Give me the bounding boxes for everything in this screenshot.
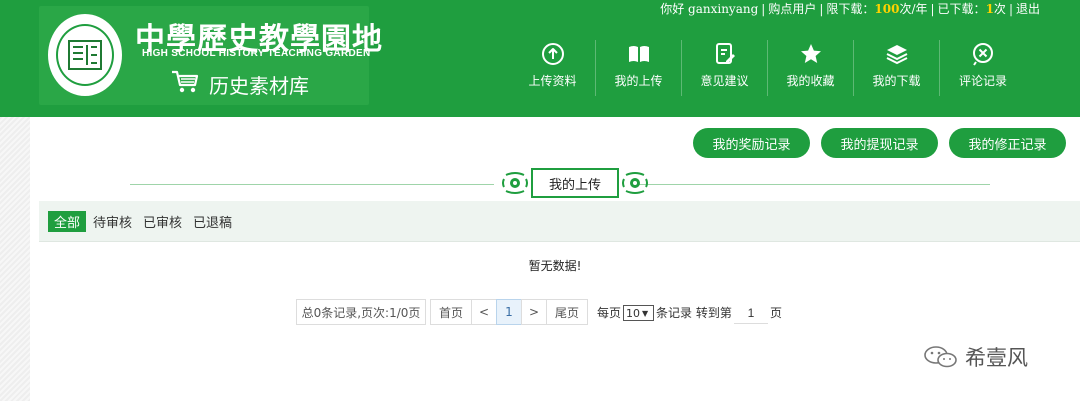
limit-value: 100 bbox=[874, 2, 900, 16]
nav-item-upload[interactable]: 上传资料 bbox=[510, 40, 596, 96]
nav-item-favorites[interactable]: 我的收藏 bbox=[768, 40, 854, 96]
goto-page-input[interactable] bbox=[734, 302, 768, 324]
next-page-button[interactable]: > bbox=[521, 299, 547, 325]
limit-unit: 次/年 bbox=[899, 2, 928, 16]
seal-inner bbox=[56, 24, 114, 86]
logo-seal bbox=[45, 11, 125, 99]
title-divider-right bbox=[634, 184, 990, 185]
upload-icon bbox=[541, 43, 564, 65]
empty-message: 暂无数据! bbox=[528, 259, 582, 273]
tab-pending[interactable]: 待审核 bbox=[87, 211, 138, 232]
edit-note-icon bbox=[715, 43, 735, 64]
watermark-text: 希壹风 bbox=[965, 346, 1028, 370]
chevron-down-icon: ▼ bbox=[642, 308, 649, 318]
section-title: 我的上传 bbox=[531, 168, 619, 198]
nav-label-my-uploads: 我的上传 bbox=[614, 74, 663, 88]
wechat-icon bbox=[924, 346, 957, 368]
status-tabs: 全部 待审核 已审核 已退稿 bbox=[39, 201, 1080, 242]
tab-all[interactable]: 全部 bbox=[48, 211, 87, 232]
limit-label: 限下载： bbox=[826, 2, 875, 16]
close-circle-icon bbox=[973, 43, 993, 66]
left-background-strip bbox=[0, 117, 30, 401]
main-nav: 上传资料 我的上传 意见建议 我的收藏 我的下载 评论记录 bbox=[510, 40, 1026, 96]
per-page-label: 每页 bbox=[597, 306, 622, 320]
current-page[interactable]: 1 bbox=[496, 299, 522, 325]
first-page-button[interactable]: 首页 bbox=[430, 299, 472, 325]
seal-glyph-icon bbox=[68, 40, 102, 70]
reward-record-button[interactable]: 我的奖励记录 bbox=[693, 128, 810, 158]
withdraw-record-button[interactable]: 我的提现记录 bbox=[821, 128, 938, 158]
nav-label-comments: 评论记录 bbox=[958, 74, 1007, 88]
per-page-value: 10 bbox=[626, 306, 640, 320]
logo-library-label: 历史素材库 bbox=[209, 74, 309, 98]
downloaded-label: 已下载： bbox=[937, 2, 986, 16]
nav-item-feedback[interactable]: 意见建议 bbox=[682, 40, 768, 96]
downloaded-value: 1 bbox=[985, 2, 994, 16]
title-divider-left bbox=[130, 184, 494, 185]
buyer-link[interactable]: 购点用户 bbox=[768, 2, 816, 16]
ornament-left-icon bbox=[502, 172, 528, 194]
watermark: 希壹风 bbox=[923, 342, 1028, 372]
logo-subtitle: HIGH SCHOOL HISTORY TEACHING GARDEN bbox=[142, 48, 371, 59]
downloaded-unit: 次 bbox=[993, 2, 1006, 16]
nav-item-downloads[interactable]: 我的下载 bbox=[854, 40, 940, 96]
tab-reviewed[interactable]: 已审核 bbox=[137, 211, 188, 232]
prev-page-button[interactable]: < bbox=[471, 299, 497, 325]
site-logo[interactable]: 中學歷史教學園地 HIGH SCHOOL HISTORY TEACHING GA… bbox=[39, 6, 382, 105]
nav-label-upload: 上传资料 bbox=[528, 74, 577, 88]
revise-record-button[interactable]: 我的修正记录 bbox=[949, 128, 1066, 158]
page-suffix-label: 页 bbox=[770, 306, 783, 320]
user-bar: 你好 ganxinyang | 购点用户 | 限下载：100次/年 | 已下载：1次 | 退出 bbox=[660, 2, 1040, 16]
nav-label-favorites: 我的收藏 bbox=[786, 74, 835, 88]
per-page-select[interactable]: 10 ▼ bbox=[623, 305, 654, 321]
records-goto-label: 条记录 转到第 bbox=[656, 306, 732, 320]
nav-label-downloads: 我的下载 bbox=[872, 74, 921, 88]
nav-item-comments[interactable]: 评论记录 bbox=[940, 40, 1026, 96]
book-icon bbox=[628, 46, 649, 62]
nav-item-my-uploads[interactable]: 我的上传 bbox=[596, 40, 682, 96]
pagination-summary: 总0条记录,页次:1/0页 bbox=[296, 299, 426, 325]
nav-label-feedback: 意见建议 bbox=[700, 74, 749, 88]
ornament-right-icon bbox=[622, 172, 648, 194]
logout-link[interactable]: 退出 bbox=[1016, 2, 1040, 16]
section-title-box: 我的上传 bbox=[502, 167, 648, 199]
star-icon bbox=[800, 44, 821, 63]
tab-rejected[interactable]: 已退稿 bbox=[187, 211, 238, 232]
last-page-button[interactable]: 尾页 bbox=[546, 299, 588, 325]
layers-icon bbox=[886, 45, 907, 65]
user-greeting: 你好 ganxinyang bbox=[660, 2, 759, 16]
site-header: 中學歷史教學園地 HIGH SCHOOL HISTORY TEACHING GA… bbox=[0, 0, 1080, 117]
cart-icon bbox=[172, 70, 199, 93]
